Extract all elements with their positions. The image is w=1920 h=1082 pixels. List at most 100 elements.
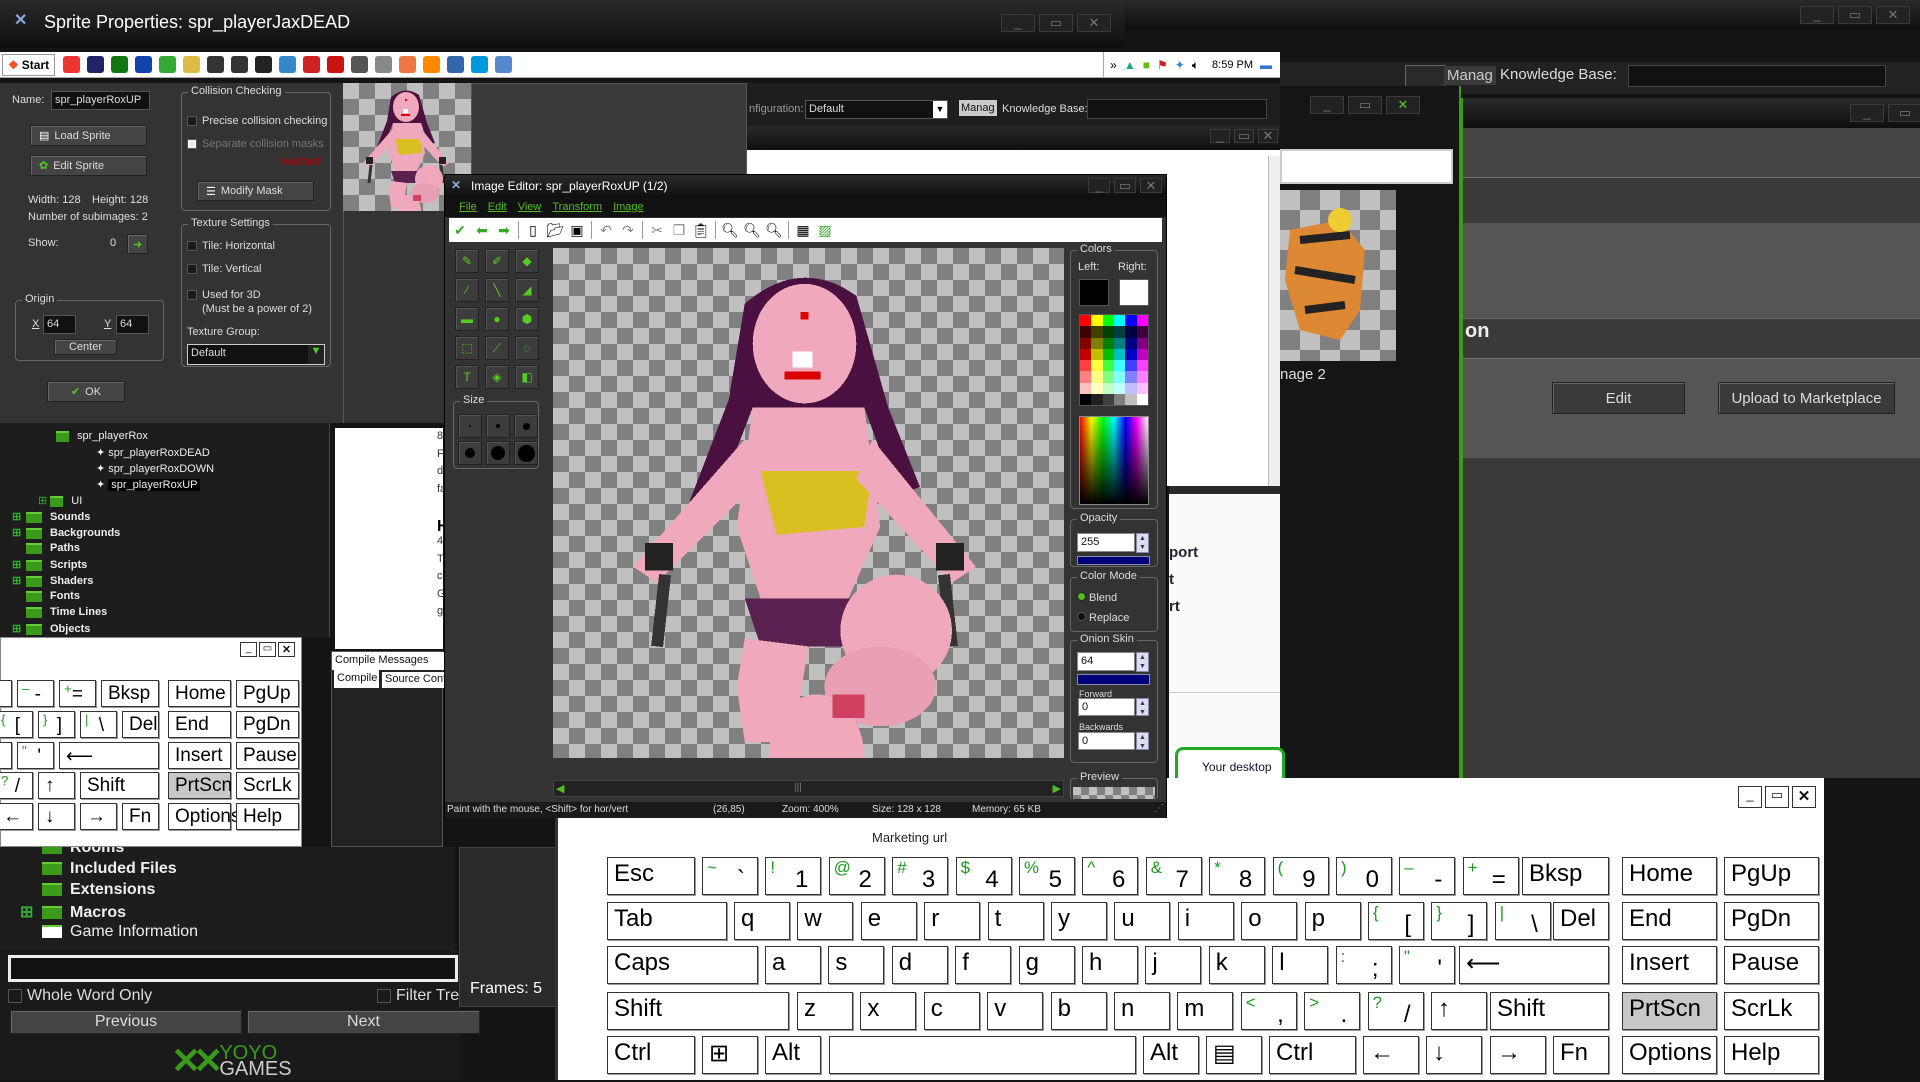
- key[interactable]: Shift: [80, 772, 159, 799]
- key[interactable]: | \: [80, 711, 117, 738]
- key[interactable]: 0: [0, 680, 12, 707]
- next-button[interactable]: Next: [247, 1010, 480, 1034]
- palette-swatch[interactable]: [1091, 360, 1103, 372]
- center-button[interactable]: Center: [54, 339, 117, 355]
- key[interactable]: (9: [1272, 857, 1329, 895]
- key[interactable]: k: [1208, 946, 1265, 984]
- minimize-button[interactable]: _: [240, 642, 257, 657]
- name-input[interactable]: spr_playerRoxUP: [51, 91, 150, 110]
- origin-y-input[interactable]: 64: [116, 315, 149, 334]
- key[interactable]: ↓: [38, 803, 75, 830]
- maximize-button[interactable]: ▭: [1765, 786, 1789, 808]
- palette-swatch[interactable]: [1102, 326, 1114, 338]
- key[interactable]: End: [1622, 902, 1717, 940]
- palette-swatch[interactable]: [1125, 326, 1137, 338]
- evernote-icon[interactable]: [159, 56, 177, 73]
- close-button[interactable]: ✕: [1792, 786, 1816, 808]
- opacity-input[interactable]: 255: [1077, 533, 1135, 552]
- tree-folder[interactable]: ⊞ Shaders: [12, 574, 93, 587]
- key[interactable]: ⟵: [59, 742, 159, 769]
- filezilla-icon[interactable]: [327, 56, 345, 73]
- minimize-button[interactable]: _: [1800, 6, 1834, 24]
- start-button[interactable]: ❖ Start: [2, 53, 56, 76]
- origin-x-input[interactable]: 64: [43, 315, 76, 334]
- ok-button[interactable]: ✔ OK: [47, 381, 125, 402]
- unity-icon[interactable]: [231, 56, 249, 73]
- gamemaker-studio-icon[interactable]: [111, 56, 129, 73]
- palette-swatch[interactable]: [1136, 337, 1148, 349]
- key[interactable]: + =: [59, 680, 96, 707]
- resize-grip-icon[interactable]: ⋰: [1154, 803, 1164, 814]
- key[interactable]: " ': [17, 742, 54, 769]
- key[interactable]: Del: [122, 711, 159, 738]
- menu-image[interactable]: Image: [613, 201, 644, 217]
- tree-folder[interactable]: ⊞ Sounds: [12, 510, 90, 523]
- key[interactable]: j: [1145, 946, 1202, 984]
- key[interactable]: Tab: [607, 902, 727, 940]
- undo-icon[interactable]: ↶: [597, 221, 615, 239]
- key[interactable]: Alt: [1143, 1036, 1199, 1074]
- key[interactable]: a: [765, 946, 821, 984]
- tree-folder[interactable]: Time Lines: [12, 606, 107, 618]
- rectangle-icon[interactable]: ▬: [455, 307, 479, 331]
- key[interactable]: Alt: [765, 1036, 821, 1074]
- brush-size-2[interactable]: [486, 414, 510, 438]
- separate-masks-checkbox[interactable]: Separate collision masks: [187, 138, 324, 150]
- keyboard-icon[interactable]: [495, 56, 513, 73]
- key[interactable]: PrtScn: [168, 772, 232, 799]
- palette-swatch[interactable]: [1125, 337, 1137, 349]
- key[interactable]: Fn: [122, 803, 159, 830]
- palette-swatch[interactable]: [1080, 371, 1092, 383]
- key[interactable]: Caps: [607, 946, 758, 984]
- scroll-left-icon[interactable]: ◀: [556, 782, 564, 795]
- scroll-thumb[interactable]: |||: [794, 782, 802, 793]
- palette-swatch[interactable]: [1125, 348, 1137, 360]
- nvidia-icon[interactable]: ■: [1143, 58, 1150, 72]
- close-button[interactable]: ✕: [278, 642, 295, 657]
- brush-size-5[interactable]: [486, 441, 510, 465]
- search-input[interactable]: [8, 955, 458, 982]
- tree-item[interactable]: spr_playerRox: [56, 430, 148, 442]
- key[interactable]: f: [955, 946, 1012, 984]
- key[interactable]: x: [860, 992, 917, 1030]
- palette-swatch[interactable]: [1080, 348, 1092, 360]
- clock[interactable]: 8:59 PM: [1212, 59, 1253, 71]
- key[interactable]: ⊞: [702, 1036, 758, 1074]
- key[interactable]: ←: [0, 803, 33, 830]
- key[interactable]: <,: [1240, 992, 1297, 1030]
- key[interactable]: ? /: [0, 772, 33, 799]
- key[interactable]: p: [1304, 902, 1361, 940]
- zoom-out-icon[interactable]: 🔍︎: [721, 221, 739, 239]
- previous-icon[interactable]: ⬅: [473, 221, 491, 239]
- palette-swatch[interactable]: [1113, 326, 1126, 338]
- dropbox-icon[interactable]: ✦: [1175, 58, 1185, 72]
- palette-swatch[interactable]: [1136, 382, 1148, 394]
- polygon-icon[interactable]: ◢: [515, 278, 539, 302]
- monitor-icon[interactable]: [255, 56, 273, 73]
- key[interactable]: Help: [236, 803, 299, 830]
- left-color-swatch[interactable]: [1079, 279, 1109, 306]
- palette-swatch[interactable]: [1080, 360, 1092, 372]
- pencil-icon[interactable]: ✎: [455, 249, 479, 273]
- palette-swatch[interactable]: [1102, 393, 1114, 405]
- forward-input[interactable]: 0: [1078, 698, 1135, 716]
- key[interactable]: #3: [892, 857, 949, 895]
- manage-button[interactable]: Manag: [959, 100, 997, 116]
- key[interactable]: b: [1050, 992, 1107, 1030]
- key[interactable]: – -: [1399, 857, 1456, 895]
- key[interactable]: Home: [168, 680, 231, 707]
- palette-swatch[interactable]: [1113, 315, 1126, 327]
- zoom-in-icon[interactable]: 🔍︎: [765, 221, 783, 239]
- key[interactable]: % 5: [1019, 857, 1075, 895]
- key[interactable]: q: [734, 902, 790, 940]
- key[interactable]: @2: [828, 857, 885, 895]
- usb-icon[interactable]: [375, 56, 393, 73]
- key[interactable]: – -: [17, 680, 54, 707]
- palette-swatch[interactable]: [1091, 393, 1103, 405]
- key[interactable]: PgDn: [1724, 902, 1819, 940]
- onion-skin-input[interactable]: 64: [1077, 652, 1135, 671]
- palette-swatch[interactable]: [1080, 326, 1092, 338]
- tab-compile[interactable]: Compile: [334, 670, 379, 688]
- key[interactable]: PrtScn: [1622, 992, 1717, 1030]
- save-icon[interactable]: ▣: [568, 221, 586, 239]
